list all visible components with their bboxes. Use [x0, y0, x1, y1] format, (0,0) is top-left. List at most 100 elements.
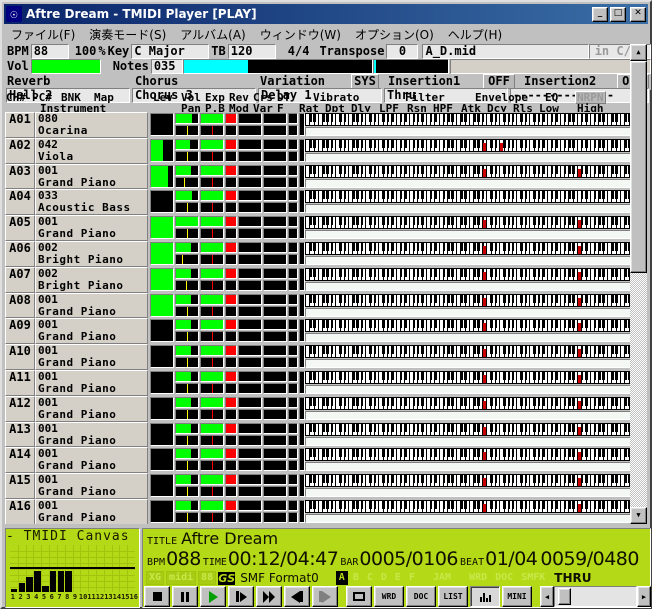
chorus-meter-cell[interactable] — [238, 319, 262, 331]
filter-meter-cell[interactable] — [263, 511, 287, 523]
menu-help[interactable]: ヘルプ(H) — [441, 24, 509, 45]
channel-instrument[interactable]: 001 Grand Piano — [35, 473, 148, 499]
channel-instrument[interactable]: 001 Grand Piano — [35, 318, 148, 345]
volume-meter-cell[interactable] — [175, 241, 199, 253]
channel-row[interactable]: A16 001 Grand Piano — [5, 498, 635, 524]
chorus-meter-cell[interactable] — [238, 370, 262, 382]
level-meter[interactable] — [150, 241, 174, 265]
level-meter[interactable] — [150, 499, 174, 523]
vibrato-rate-cell[interactable] — [288, 448, 298, 460]
modulation-meter-cell[interactable] — [225, 357, 237, 369]
expression-meter-cell[interactable] — [200, 293, 224, 305]
piano-keyboard[interactable] — [305, 113, 635, 126]
detune-meter-cell[interactable] — [263, 190, 287, 202]
chorus-meter-cell[interactable] — [238, 241, 262, 253]
volume-meter-cell[interactable] — [175, 293, 199, 305]
level-meter[interactable] — [150, 448, 174, 472]
channel-row[interactable]: A01 080 Ocarina — [5, 112, 635, 138]
channel-instrument[interactable]: 001 Grand Piano — [35, 292, 148, 319]
position-track[interactable] — [554, 586, 637, 607]
variation-meter-cell[interactable] — [238, 305, 262, 317]
detune-meter-cell[interactable] — [263, 422, 287, 434]
channel-instrument[interactable]: 002 Bright Piano — [35, 266, 148, 293]
channel-instrument[interactable]: 002 Bright Piano — [35, 240, 148, 267]
modulation-meter-cell[interactable] — [225, 408, 237, 420]
expression-meter-cell[interactable] — [200, 370, 224, 382]
reverb-meter-cell[interactable] — [225, 345, 237, 357]
level-meter[interactable] — [150, 319, 174, 343]
chorus-meter-cell[interactable] — [238, 293, 262, 305]
pitchbend-meter-cell[interactable] — [200, 202, 224, 214]
expression-meter-cell[interactable] — [200, 113, 224, 124]
detune-meter-cell[interactable] — [263, 293, 287, 305]
volume-meter-cell[interactable] — [175, 113, 199, 124]
channel-instrument[interactable]: 001 Grand Piano — [35, 447, 148, 474]
pitchbend-meter-cell[interactable] — [200, 408, 224, 420]
channel-id[interactable]: A08 — [5, 292, 35, 319]
piano-keyboard[interactable] — [305, 319, 635, 333]
piano-keyboard[interactable] — [305, 164, 635, 178]
channel-row[interactable]: A07 002 Bright Piano — [5, 266, 635, 293]
piano-keyboard[interactable] — [305, 138, 635, 152]
wrd-button[interactable]: WRD — [374, 586, 404, 607]
vibrato-rate-cell[interactable] — [288, 293, 298, 305]
chorus-meter-cell[interactable] — [238, 499, 262, 511]
vibrato-depth-cell[interactable] — [288, 357, 298, 369]
variation-meter-cell[interactable] — [238, 357, 262, 369]
piano-keyboard[interactable] — [305, 370, 635, 384]
pitchbend-meter-cell[interactable] — [200, 176, 224, 188]
filter-meter-cell[interactable] — [263, 434, 287, 446]
chorus-meter-cell[interactable] — [238, 422, 262, 434]
filter-meter-cell[interactable] — [263, 382, 287, 394]
maximize-button[interactable]: □ — [610, 6, 626, 22]
pitchbend-meter-cell[interactable] — [200, 125, 224, 136]
vibrato-rate-cell[interactable] — [288, 319, 298, 331]
detune-meter-cell[interactable] — [263, 345, 287, 357]
volume-meter[interactable] — [30, 59, 101, 74]
position-slider[interactable]: ◀ ▶ — [540, 586, 651, 607]
channel-id[interactable]: A03 — [5, 163, 35, 190]
pan-meter-cell[interactable] — [175, 460, 199, 472]
channel-id[interactable]: A14 — [5, 447, 35, 474]
level-meter[interactable] — [150, 138, 174, 162]
piano-keyboard[interactable] — [305, 499, 635, 513]
pitchbend-meter-cell[interactable] — [200, 434, 224, 446]
detune-meter-cell[interactable] — [263, 241, 287, 253]
channel-list[interactable]: A01 080 Ocarina A02 042 Viola A03 001 Grand Pian… — [5, 112, 635, 524]
reverb-meter-cell[interactable] — [225, 267, 237, 279]
reverb-meter-cell[interactable] — [225, 422, 237, 434]
modulation-meter-cell[interactable] — [225, 382, 237, 394]
scroll-up-button[interactable]: ▲ — [630, 44, 647, 61]
channel-id[interactable]: A04 — [5, 189, 35, 216]
modulation-meter-cell[interactable] — [225, 486, 237, 498]
reverb-meter-cell[interactable] — [225, 216, 237, 228]
modulation-meter-cell[interactable] — [225, 202, 237, 214]
expression-meter-cell[interactable] — [200, 216, 224, 228]
pan-meter-cell[interactable] — [175, 279, 199, 291]
chorus-meter-cell[interactable] — [238, 267, 262, 279]
piano-keyboard[interactable] — [305, 190, 635, 204]
modulation-meter-cell[interactable] — [225, 125, 237, 136]
piano-keyboard[interactable] — [305, 396, 635, 410]
menu-album[interactable]: アルバム(A) — [173, 24, 252, 45]
channel-instrument[interactable]: 001 Grand Piano — [35, 395, 148, 422]
pitchbend-meter-cell[interactable] — [200, 486, 224, 498]
pause-button[interactable] — [172, 586, 198, 607]
channel-row[interactable]: A05 001 Grand Piano — [5, 215, 635, 241]
mini-button[interactable]: MINI — [502, 586, 532, 607]
filter-meter-cell[interactable] — [263, 486, 287, 498]
position-left-button[interactable]: ◀ — [540, 586, 554, 607]
vibrato-rate-cell[interactable] — [288, 216, 298, 228]
variation-meter-cell[interactable] — [238, 331, 262, 343]
pitchbend-meter-cell[interactable] — [200, 511, 224, 523]
window-button[interactable] — [346, 586, 372, 607]
prev-track-button[interactable] — [284, 586, 310, 607]
reverb-meter-cell[interactable] — [225, 241, 237, 253]
expression-meter-cell[interactable] — [200, 190, 224, 202]
channel-row[interactable]: A10 001 Grand Piano — [5, 344, 635, 370]
pitchbend-meter-cell[interactable] — [200, 305, 224, 317]
reverb-meter-cell[interactable] — [225, 499, 237, 511]
channel-instrument[interactable]: 080 Ocarina — [35, 112, 148, 138]
menu-file[interactable]: ファイル(F) — [4, 24, 82, 45]
filter-meter-cell[interactable] — [263, 202, 287, 214]
